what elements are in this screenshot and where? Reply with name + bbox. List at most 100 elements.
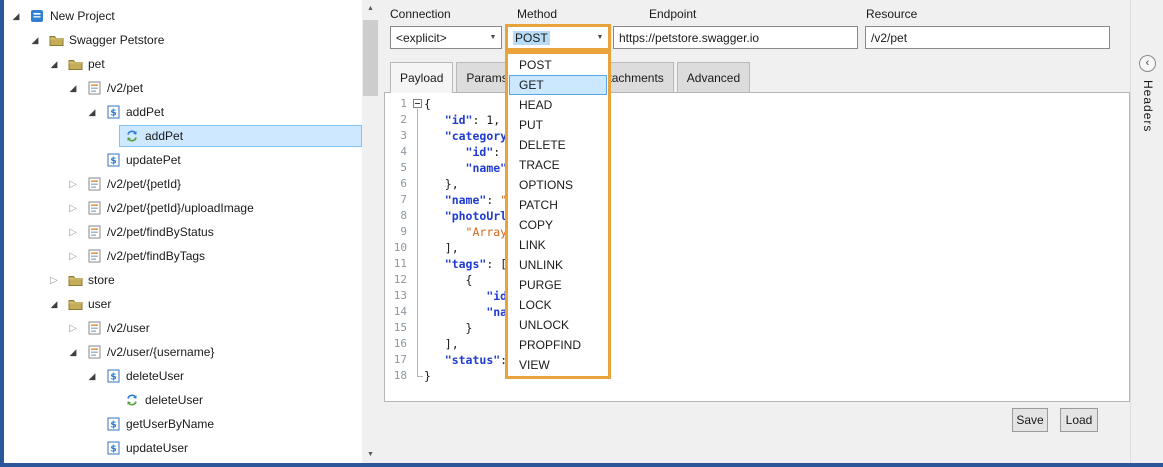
method-option-head[interactable]: HEAD bbox=[509, 95, 607, 115]
code-text[interactable]: ], bbox=[424, 240, 459, 256]
tree-item-body[interactable]: $updateUser bbox=[100, 437, 362, 459]
tree-item-body[interactable]: /v2/user/{username} bbox=[81, 341, 362, 363]
tree-item-body[interactable]: /v2/pet/findByTags bbox=[81, 245, 362, 267]
code-text[interactable]: "tags": [ bbox=[424, 256, 507, 272]
code-text[interactable]: { bbox=[424, 96, 431, 112]
tree-item[interactable]: ◢user bbox=[4, 292, 362, 316]
tree-item[interactable]: ▷/v2/pet/{petId}/uploadImage bbox=[4, 196, 362, 220]
tree-item-body[interactable]: deleteUser bbox=[119, 389, 362, 411]
tree-item-body[interactable]: New Project bbox=[24, 5, 362, 27]
tree-item-body[interactable]: Swagger Petstore bbox=[43, 29, 362, 51]
tree-item-label: deleteUser bbox=[145, 393, 203, 407]
tree-item-body[interactable]: /v2/pet bbox=[81, 77, 362, 99]
expander-expanded-icon[interactable]: ◢ bbox=[27, 35, 43, 46]
code-text[interactable]: } bbox=[424, 368, 431, 384]
tree-item-selected[interactable]: addPet bbox=[119, 125, 362, 147]
code-line: 15 } bbox=[385, 320, 1129, 336]
tree-item-body[interactable]: $deleteUser bbox=[100, 365, 362, 387]
tree-item[interactable]: $updatePet bbox=[4, 148, 362, 172]
tree-item[interactable]: ◢Swagger Petstore bbox=[4, 28, 362, 52]
save-button[interactable]: Save bbox=[1012, 408, 1048, 432]
tree-item[interactable]: ◢$addPet bbox=[4, 100, 362, 124]
tree-item[interactable]: ▷/v2/pet/findByStatus bbox=[4, 220, 362, 244]
fold-guide bbox=[411, 272, 424, 288]
tree-item-body[interactable]: $getUserByName bbox=[100, 413, 362, 435]
method-option-put[interactable]: PUT bbox=[509, 115, 607, 135]
expander-expanded-icon[interactable]: ◢ bbox=[65, 347, 81, 358]
code-text[interactable]: }, bbox=[424, 176, 459, 192]
method-option-post[interactable]: POST bbox=[509, 55, 607, 75]
method-option-options[interactable]: OPTIONS bbox=[509, 175, 607, 195]
expander-expanded-icon[interactable]: ◢ bbox=[84, 371, 100, 382]
expander-collapsed-icon[interactable]: ▷ bbox=[65, 203, 81, 214]
tree-item[interactable]: $getUserByName bbox=[4, 412, 362, 436]
tree-item[interactable]: $updateUser bbox=[4, 436, 362, 460]
method-option-purge[interactable]: PURGE bbox=[509, 275, 607, 295]
expander-expanded-icon[interactable]: ◢ bbox=[46, 59, 62, 70]
tree-item-body[interactable]: /v2/pet/findByStatus bbox=[81, 221, 362, 243]
tree-item-body[interactable]: user bbox=[62, 293, 362, 315]
tree-item-body[interactable]: /v2/pet/{petId}/uploadImage bbox=[81, 197, 362, 219]
method-option-unlink[interactable]: UNLINK bbox=[509, 255, 607, 275]
tree-item-body[interactable]: $addPet bbox=[100, 101, 362, 123]
method-option-view[interactable]: VIEW bbox=[509, 355, 607, 375]
method-select[interactable]: POST ▼ bbox=[505, 24, 611, 51]
tab-advanced[interactable]: Advanced bbox=[677, 62, 750, 92]
connection-select[interactable]: <explicit> ▼ bbox=[390, 26, 502, 49]
tree-item[interactable]: ◢$deleteUser bbox=[4, 364, 362, 388]
tree-item[interactable]: ▷store bbox=[4, 268, 362, 292]
tree-item[interactable]: ◢/v2/user/{username} bbox=[4, 340, 362, 364]
scroll-down-icon[interactable]: ▼ bbox=[362, 446, 379, 463]
method-option-lock[interactable]: LOCK bbox=[509, 295, 607, 315]
expand-headers-button[interactable]: ‹ bbox=[1139, 55, 1156, 72]
chevron-down-icon[interactable]: ▼ bbox=[485, 34, 501, 41]
tree-item[interactable]: ◢/v2/pet bbox=[4, 76, 362, 100]
method-option-get[interactable]: GET bbox=[509, 75, 607, 95]
tree-item-body[interactable]: /v2/pet/{petId} bbox=[81, 173, 362, 195]
scrollbar-thumb[interactable] bbox=[363, 20, 378, 96]
fold-collapse-icon[interactable] bbox=[413, 99, 422, 108]
resource-input[interactable] bbox=[865, 26, 1110, 49]
code-text[interactable]: "id": 1, bbox=[424, 112, 500, 128]
method-option-delete[interactable]: DELETE bbox=[509, 135, 607, 155]
expander-expanded-icon[interactable]: ◢ bbox=[46, 299, 62, 310]
method-option-copy[interactable]: COPY bbox=[509, 215, 607, 235]
method-option-trace[interactable]: TRACE bbox=[509, 155, 607, 175]
method-option-link[interactable]: LINK bbox=[509, 235, 607, 255]
expander-collapsed-icon[interactable]: ▷ bbox=[46, 275, 62, 286]
tree-item[interactable]: deleteUser bbox=[4, 388, 362, 412]
endpoint-input[interactable] bbox=[613, 26, 858, 49]
chevron-down-icon[interactable]: ▼ bbox=[592, 34, 608, 41]
tree-item[interactable]: ◢New Project bbox=[4, 4, 362, 28]
fold-guide bbox=[411, 144, 424, 160]
method-option-propfind[interactable]: PROPFIND bbox=[509, 335, 607, 355]
tab-payload[interactable]: Payload bbox=[390, 62, 453, 93]
tree-item[interactable]: addPet bbox=[4, 124, 362, 148]
tree-item-body[interactable]: pet bbox=[62, 53, 362, 75]
expander-expanded-icon[interactable]: ◢ bbox=[65, 83, 81, 94]
expander-collapsed-icon[interactable]: ▷ bbox=[65, 179, 81, 190]
method-option-unlock[interactable]: UNLOCK bbox=[509, 315, 607, 335]
code-text[interactable]: { bbox=[424, 272, 472, 288]
payload-editor[interactable]: 1{2 "id": 1,3 "category": {4 "id": 1,5 "… bbox=[384, 92, 1130, 402]
tree-item[interactable]: ▷/v2/pet/{petId} bbox=[4, 172, 362, 196]
tree-item[interactable]: ◢pet bbox=[4, 52, 362, 76]
line-number: 12 bbox=[385, 272, 411, 288]
expander-expanded-icon[interactable]: ◢ bbox=[8, 11, 24, 22]
expander-collapsed-icon[interactable]: ▷ bbox=[65, 323, 81, 334]
expander-collapsed-icon[interactable]: ▷ bbox=[65, 251, 81, 262]
method-option-patch[interactable]: PATCH bbox=[509, 195, 607, 215]
load-button[interactable]: Load bbox=[1060, 408, 1098, 432]
tree-item[interactable]: ▷/v2/user bbox=[4, 316, 362, 340]
tree-item-body[interactable]: $updatePet bbox=[100, 149, 362, 171]
tree-scrollbar[interactable]: ▲ ▼ bbox=[362, 0, 379, 463]
expander-expanded-icon[interactable]: ◢ bbox=[84, 107, 100, 118]
scroll-up-icon[interactable]: ▲ bbox=[362, 0, 379, 17]
code-text[interactable]: } bbox=[424, 320, 472, 336]
tree-item-body[interactable]: /v2/user bbox=[81, 317, 362, 339]
code-text[interactable]: ], bbox=[424, 336, 459, 352]
tree-item[interactable]: ▷/v2/pet/findByTags bbox=[4, 244, 362, 268]
fold-toggle[interactable] bbox=[411, 96, 424, 112]
expander-collapsed-icon[interactable]: ▷ bbox=[65, 227, 81, 238]
tree-item-body[interactable]: store bbox=[62, 269, 362, 291]
